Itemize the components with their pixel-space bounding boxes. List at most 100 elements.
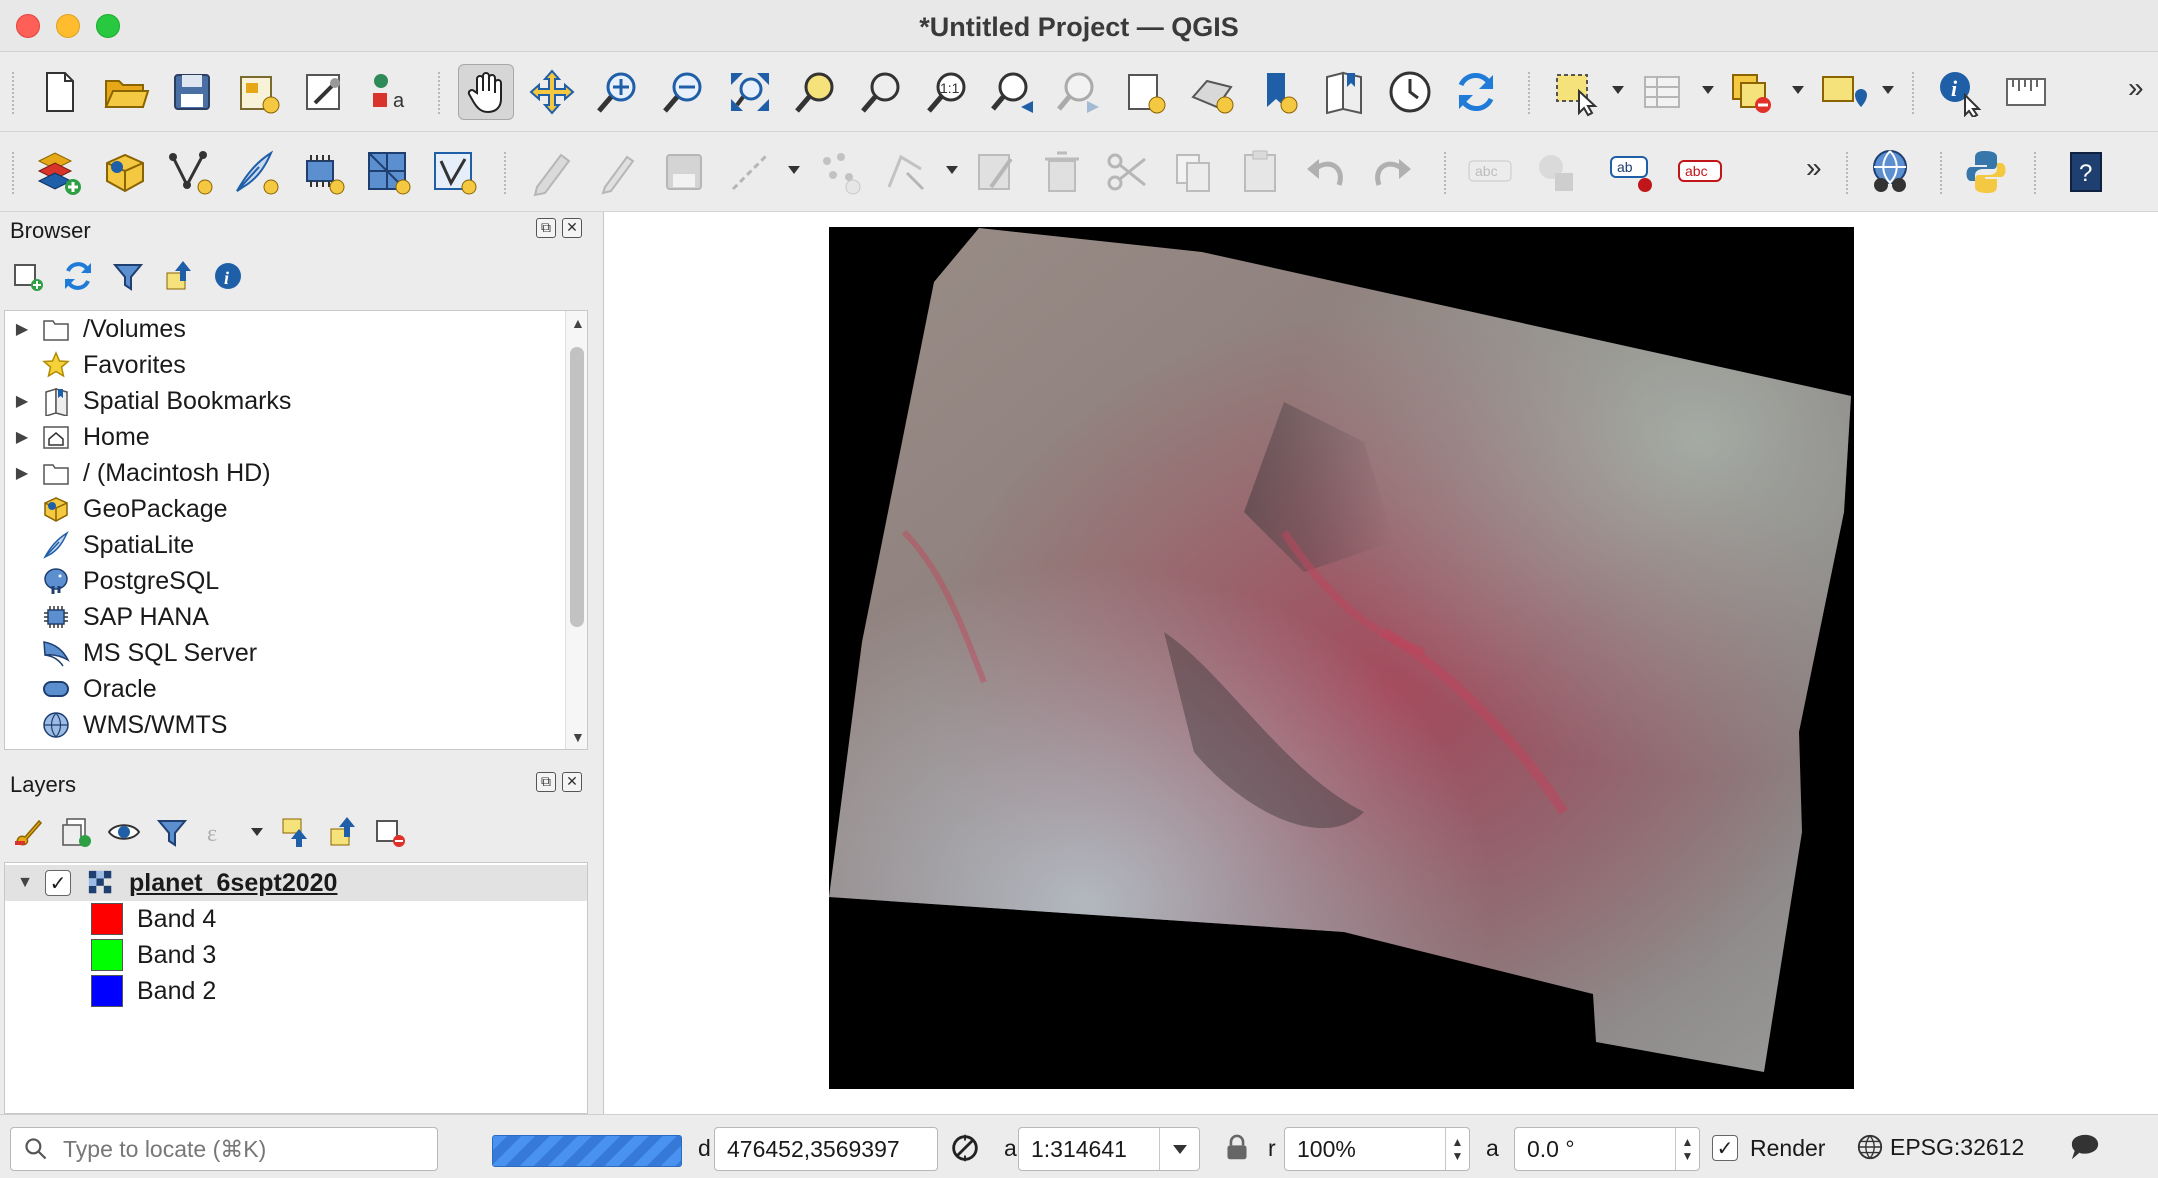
- vertex-tool-button[interactable]: [878, 144, 934, 200]
- pan-map-button[interactable]: [458, 64, 514, 120]
- float-panel-button[interactable]: ⧉: [536, 772, 556, 792]
- add-selected-layers-button[interactable]: [10, 258, 46, 294]
- rotation-spinbox[interactable]: 0.0 ° ▲ ▼: [1514, 1127, 1700, 1171]
- zoom-next-button[interactable]: [1052, 64, 1108, 120]
- attribute-table-dropdown[interactable]: [1702, 86, 1714, 94]
- open-layer-styling-button[interactable]: [10, 814, 46, 850]
- select-features-button[interactable]: [1548, 64, 1604, 120]
- new-3d-map-view-button[interactable]: [1184, 64, 1240, 120]
- toolbar2-overflow-button[interactable]: »: [1806, 152, 1822, 184]
- select-location-dropdown[interactable]: [1882, 86, 1894, 94]
- measure-line-button[interactable]: [1998, 64, 2054, 120]
- style-manager-button[interactable]: a: [362, 64, 418, 120]
- scroll-up-icon[interactable]: ▲: [571, 315, 585, 331]
- toolbar-grip[interactable]: [504, 152, 508, 194]
- toolbar-grip[interactable]: [1444, 152, 1448, 194]
- panel-splitter[interactable]: [594, 212, 602, 1114]
- scale-dropdown-arrow[interactable]: [1159, 1128, 1199, 1170]
- enable-properties-widget-button[interactable]: i: [210, 258, 246, 294]
- current-edits-button[interactable]: [524, 144, 580, 200]
- browser-item-oracle[interactable]: Oracle: [5, 671, 565, 707]
- browser-item-macintosh-hd[interactable]: ▶ / (Macintosh HD): [5, 455, 565, 491]
- browser-item-home[interactable]: ▶ Home: [5, 419, 565, 455]
- add-geopackage-layer-button[interactable]: [96, 144, 152, 200]
- vertex-tool-dropdown[interactable]: [946, 166, 958, 174]
- toolbar-grip[interactable]: [12, 72, 16, 114]
- toolbar-overflow-button[interactable]: »: [2128, 72, 2144, 104]
- layer-labeling-options-button[interactable]: abc: [1462, 144, 1518, 200]
- modify-attributes-button[interactable]: [968, 144, 1024, 200]
- browser-item-postgresql[interactable]: PostgreSQL: [5, 563, 565, 599]
- toolbar-grip[interactable]: [438, 72, 442, 114]
- delete-selected-button[interactable]: [1034, 144, 1090, 200]
- toolbar-grip[interactable]: [1528, 72, 1532, 114]
- collapse-all-button[interactable]: [160, 258, 196, 294]
- help-button[interactable]: ?: [2058, 144, 2114, 200]
- browser-item-spatialite[interactable]: SpatiaLite: [5, 527, 565, 563]
- show-unplaced-labels-button[interactable]: abc: [1672, 144, 1728, 200]
- new-print-layout-button[interactable]: [230, 64, 286, 120]
- zoom-last-button[interactable]: [986, 64, 1042, 120]
- browser-item-wms-wmts[interactable]: WMS/WMTS: [5, 707, 565, 743]
- zoom-to-selection-button[interactable]: [788, 64, 844, 120]
- expand-all-button[interactable]: [276, 814, 312, 850]
- float-panel-button[interactable]: ⧉: [536, 218, 556, 238]
- undo-button[interactable]: [1298, 144, 1354, 200]
- toolbar-grip[interactable]: [1912, 72, 1916, 114]
- highlight-pinned-labels-button[interactable]: ab: [1606, 144, 1662, 200]
- messages-button[interactable]: [2068, 1133, 2102, 1168]
- refresh-browser-button[interactable]: [60, 258, 96, 294]
- crs-button[interactable]: EPSG:32612: [1856, 1133, 2024, 1161]
- browser-item-geopackage[interactable]: GeoPackage: [5, 491, 565, 527]
- redo-button[interactable]: [1364, 144, 1420, 200]
- zoom-out-button[interactable]: [656, 64, 712, 120]
- toolbar-grip[interactable]: [1940, 152, 1944, 194]
- scroll-down-icon[interactable]: ▼: [571, 729, 585, 745]
- add-group-button[interactable]: [58, 814, 94, 850]
- filter-browser-button[interactable]: [110, 258, 146, 294]
- browser-scroll-thumb[interactable]: [570, 347, 584, 627]
- filter-expression-button[interactable]: ε: [202, 814, 238, 850]
- expand-arrow-icon[interactable]: ▶: [5, 391, 39, 411]
- toolbar-grip[interactable]: [1846, 152, 1850, 194]
- browser-item-sap-hana[interactable]: SAP HANA: [5, 599, 565, 635]
- paste-features-button[interactable]: [1232, 144, 1288, 200]
- spinbox-stepper[interactable]: ▲ ▼: [1445, 1128, 1469, 1170]
- toolbar-grip[interactable]: [2034, 152, 2038, 194]
- new-spatialite-layer-button[interactable]: [228, 144, 284, 200]
- toolbar-grip[interactable]: [12, 152, 16, 194]
- close-panel-button[interactable]: ✕: [562, 218, 582, 238]
- collapse-arrow-icon[interactable]: ▼: [5, 874, 45, 892]
- pan-to-selection-button[interactable]: [524, 64, 580, 120]
- deselect-features-button[interactable]: [1724, 64, 1780, 120]
- new-virtual-layer-button[interactable]: [360, 144, 416, 200]
- metasearch-button[interactable]: [1862, 144, 1918, 200]
- identify-features-button[interactable]: i: [1932, 64, 1988, 120]
- manage-map-themes-button[interactable]: [106, 814, 142, 850]
- new-vector-layer-button[interactable]: [162, 144, 218, 200]
- layout-manager-button[interactable]: [296, 64, 352, 120]
- spinbox-stepper[interactable]: ▲ ▼: [1675, 1128, 1699, 1170]
- map-canvas[interactable]: [603, 212, 2158, 1114]
- data-source-manager-button[interactable]: [30, 144, 86, 200]
- select-features-dropdown[interactable]: [1612, 86, 1624, 94]
- filter-expression-dropdown[interactable]: [250, 814, 264, 850]
- remove-layer-button[interactable]: [372, 814, 408, 850]
- zoom-native-resolution-button[interactable]: 1:1: [920, 64, 976, 120]
- magnifier-spinbox[interactable]: 100% ▲ ▼: [1284, 1127, 1470, 1171]
- browser-item-volumes[interactable]: ▶ /Volumes: [5, 311, 565, 347]
- save-layer-edits-button[interactable]: [656, 144, 712, 200]
- zoom-full-button[interactable]: [722, 64, 778, 120]
- open-project-button[interactable]: [98, 64, 154, 120]
- new-map-view-button[interactable]: [1118, 64, 1174, 120]
- copy-features-button[interactable]: [1166, 144, 1222, 200]
- scale-combobox[interactable]: 1:314641: [1018, 1127, 1200, 1171]
- zoom-in-button[interactable]: [590, 64, 646, 120]
- attribute-table-button[interactable]: [1634, 64, 1690, 120]
- digitize-line-button[interactable]: [722, 144, 778, 200]
- layer-row-planet[interactable]: ▼ ✓ planet_6sept2020: [5, 865, 587, 901]
- expand-arrow-icon[interactable]: ▶: [5, 427, 39, 447]
- close-panel-button[interactable]: ✕: [562, 772, 582, 792]
- browser-item-mssql[interactable]: MS SQL Server: [5, 635, 565, 671]
- add-point-feature-button[interactable]: [812, 144, 868, 200]
